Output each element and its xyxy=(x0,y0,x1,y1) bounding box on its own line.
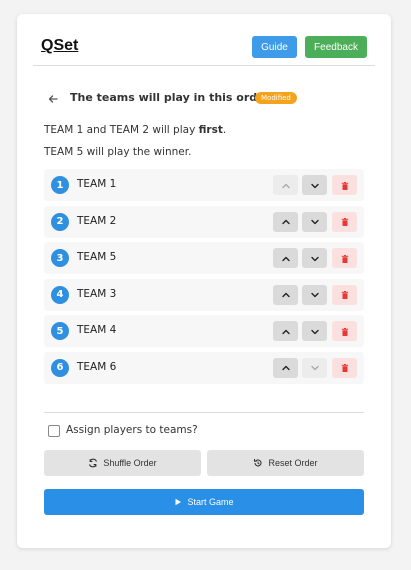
header: QSet Guide Feedback xyxy=(41,36,367,66)
chevron-down-icon xyxy=(310,249,320,268)
team-order-number: 6 xyxy=(51,358,69,377)
team-name: TEAM 6 xyxy=(77,360,117,373)
team-order-number: 4 xyxy=(51,285,69,304)
options-divider xyxy=(44,412,364,413)
move-down-button[interactable] xyxy=(302,321,327,341)
chevron-down-icon xyxy=(310,176,320,195)
trash-icon xyxy=(340,358,350,377)
chevron-down-icon xyxy=(310,358,320,377)
team-row: 5 TEAM 4 xyxy=(44,315,364,347)
team-row: 2 TEAM 2 xyxy=(44,205,364,238)
assign-players-checkbox[interactable] xyxy=(48,425,60,437)
move-down-button[interactable] xyxy=(302,284,327,305)
move-up-button[interactable] xyxy=(273,321,298,341)
team-name: TEAM 3 xyxy=(77,287,117,300)
team-order-number: 3 xyxy=(51,249,69,267)
move-down-button[interactable] xyxy=(302,357,327,378)
start-game-label: Start Game xyxy=(187,497,234,507)
trash-icon xyxy=(340,176,350,195)
shuffle-icon xyxy=(89,458,98,468)
play-icon xyxy=(175,498,182,506)
arrow-left-icon[interactable] xyxy=(47,93,59,105)
team-order-number: 5 xyxy=(51,322,69,340)
trash-icon xyxy=(340,249,350,268)
move-up-button[interactable] xyxy=(273,284,298,305)
team-order-number: 1 xyxy=(51,176,69,194)
team-order-number: 2 xyxy=(51,212,69,231)
team-list: 1 TEAM 1 2 TEAM 2 3 TEAM 5 4 TEAM 3 5 TEAM 4 6 TEAM… xyxy=(44,169,364,388)
order-info-line1: TEAM 1 and TEAM 2 will play first. xyxy=(44,124,226,136)
move-down-button[interactable] xyxy=(302,175,327,195)
team-row: 6 TEAM 6 xyxy=(44,351,364,384)
delete-team-button[interactable] xyxy=(332,248,357,268)
move-up-button[interactable] xyxy=(273,357,298,378)
chevron-down-icon xyxy=(310,285,320,304)
delete-team-button[interactable] xyxy=(332,175,357,195)
order-title: The teams will play in this order: xyxy=(70,91,275,104)
order-info-line2: TEAM 5 will play the winner. xyxy=(44,146,192,158)
start-game-button[interactable]: Start Game xyxy=(44,489,364,515)
chevron-down-icon xyxy=(310,322,320,341)
chevron-up-icon xyxy=(281,358,291,377)
trash-icon xyxy=(340,212,350,231)
delete-team-button[interactable] xyxy=(332,321,357,341)
shuffle-order-label: Shuffle Order xyxy=(103,458,157,468)
info-line1-prefix: TEAM 1 and TEAM 2 will play xyxy=(44,124,199,136)
team-row: 3 TEAM 5 xyxy=(44,242,364,274)
team-row: 1 TEAM 1 xyxy=(44,169,364,201)
guide-button[interactable]: Guide xyxy=(252,36,297,58)
team-name: TEAM 5 xyxy=(77,251,117,263)
info-line1-emphasis: first xyxy=(198,124,223,136)
move-up-button[interactable] xyxy=(273,211,298,232)
trash-icon xyxy=(340,285,350,304)
chevron-up-icon xyxy=(281,285,291,304)
shuffle-order-button[interactable]: Shuffle Order xyxy=(44,450,201,476)
modified-badge: Modified xyxy=(255,92,297,104)
delete-team-button[interactable] xyxy=(332,284,357,305)
team-name: TEAM 4 xyxy=(77,324,117,336)
chevron-up-icon xyxy=(281,176,291,195)
delete-team-button[interactable] xyxy=(332,211,357,232)
app-logo[interactable]: QSet xyxy=(41,37,78,55)
team-row: 4 TEAM 3 xyxy=(44,278,364,311)
trash-icon xyxy=(340,322,350,341)
feedback-button[interactable]: Feedback xyxy=(305,36,367,58)
chevron-up-icon xyxy=(281,212,291,231)
team-name: TEAM 2 xyxy=(77,214,117,227)
reset-order-label: Reset Order xyxy=(268,458,318,468)
team-name: TEAM 1 xyxy=(77,178,117,190)
reset-order-button[interactable]: Reset Order xyxy=(207,450,364,476)
chevron-up-icon xyxy=(281,249,291,268)
move-up-button[interactable] xyxy=(273,175,298,195)
chevron-up-icon xyxy=(281,322,291,341)
move-up-button[interactable] xyxy=(273,248,298,268)
assign-players-label[interactable]: Assign players to teams? xyxy=(66,424,198,436)
header-divider xyxy=(33,65,375,66)
main-card: QSet Guide Feedback The teams will play … xyxy=(17,14,391,548)
move-down-button[interactable] xyxy=(302,211,327,232)
delete-team-button[interactable] xyxy=(332,357,357,378)
info-line1-suffix: . xyxy=(222,124,227,136)
chevron-down-icon xyxy=(310,212,320,231)
move-down-button[interactable] xyxy=(302,248,327,268)
reset-icon xyxy=(254,459,263,467)
